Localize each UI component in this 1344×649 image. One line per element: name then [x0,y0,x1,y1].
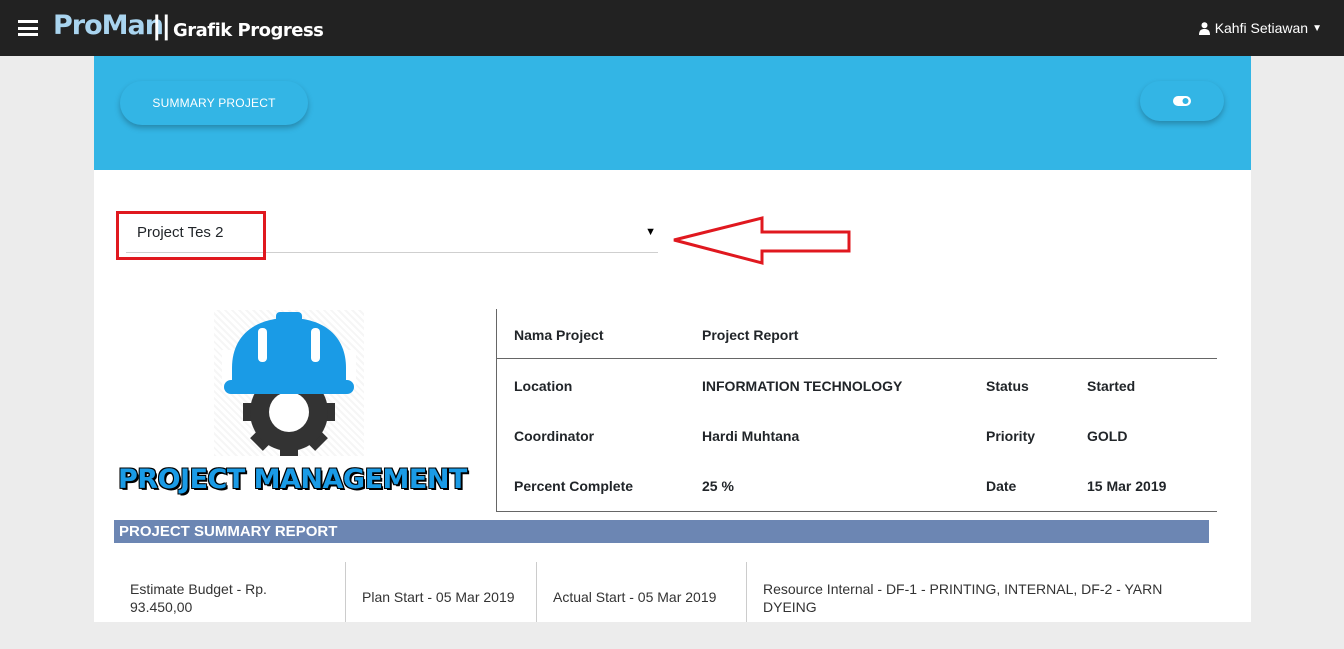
coordinator-value: Hardi Muhtana [702,428,800,444]
caret-down-icon: ▼ [645,226,656,238]
chevron-down-icon: ▼ [1312,22,1322,34]
helmet-gear-icon [222,312,356,458]
project-logo [214,310,364,458]
nama-project-label: Nama Project [514,327,604,343]
estimate-budget: Estimate Budget - Rp. 93.450,00 [130,581,267,615]
toggle-button[interactable] [1140,81,1224,121]
priority-label: Priority [986,428,1036,444]
percent-complete-label: Percent Complete [514,478,634,494]
resource-internal: Resource Internal - DF-1 - PRINTING, INT… [763,581,1163,615]
user-menu[interactable]: Kahfi Setiawan ▼ [1198,20,1322,36]
actual-start: Actual Start - 05 Mar 2019 [553,589,717,605]
highlight-box [116,211,266,260]
divider [746,562,747,622]
priority-value: GOLD [1087,428,1128,444]
brand-separator: || [152,11,171,41]
top-navbar: ProMan || Grafik Progress Kahfi Setiawan… [0,0,1344,56]
location-label: Location [514,378,573,394]
divider [536,562,537,622]
hamburger-icon[interactable] [18,20,38,36]
location-value: INFORMATION TECHNOLOGY [702,378,903,394]
nama-project-value: Project Report [702,327,799,343]
date-label: Date [986,478,1017,494]
project-info-table: Nama Project Project Report Location INF… [496,309,1217,512]
user-name: Kahfi Setiawan [1214,20,1309,36]
plan-start: Plan Start - 05 Mar 2019 [362,589,515,605]
logo-title: PROJECT MANAGEMENT [118,464,467,495]
page-title: Grafik Progress [173,20,324,41]
toggle-icon [1173,96,1191,106]
status-value: Started [1087,378,1136,394]
header-banner: SUMMARY PROJECT [94,56,1251,170]
status-label: Status [986,378,1029,394]
divider [345,562,346,622]
percent-complete-value: 25 % [702,478,734,494]
coordinator-label: Coordinator [514,428,595,444]
summary-project-button[interactable]: SUMMARY PROJECT [120,81,308,125]
red-arrow-annotation [673,216,851,265]
brand-logo[interactable]: ProMan [53,10,164,41]
user-icon [1198,21,1210,35]
divider [497,358,1217,359]
summary-report-header: PROJECT SUMMARY REPORT [114,520,1209,543]
summary-report-title: PROJECT SUMMARY REPORT [119,523,338,540]
date-value: 15 Mar 2019 [1087,478,1167,494]
